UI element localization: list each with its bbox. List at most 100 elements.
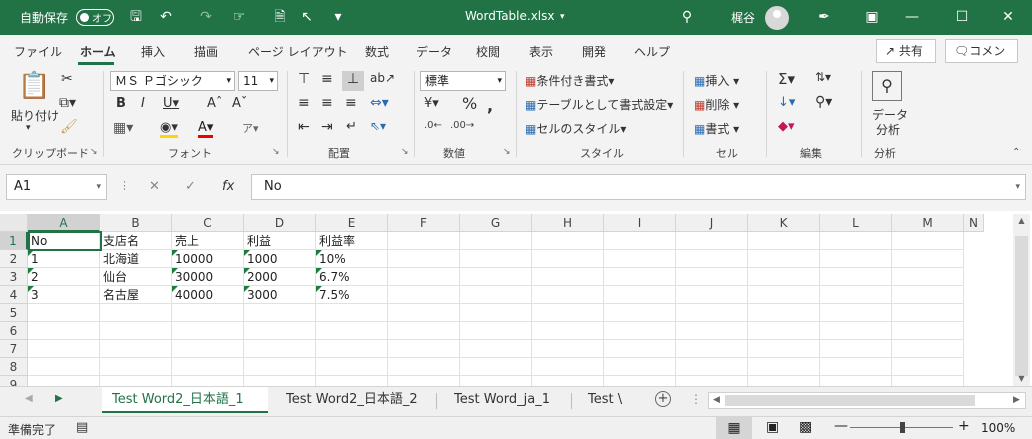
cell[interactable] xyxy=(460,322,532,340)
cell[interactable] xyxy=(460,232,532,250)
cell[interactable] xyxy=(748,340,820,358)
cell[interactable] xyxy=(604,322,676,340)
align-right-icon[interactable]: ≡ xyxy=(345,95,357,111)
cell[interactable] xyxy=(604,286,676,304)
cell[interactable] xyxy=(388,322,460,340)
avatar[interactable] xyxy=(765,6,789,30)
percent-icon[interactable]: % xyxy=(462,94,477,113)
cell[interactable] xyxy=(532,250,604,268)
touch-icon[interactable]: ☞ xyxy=(230,8,248,26)
autosave-toggle[interactable]: オフ xyxy=(76,9,114,26)
cell[interactable] xyxy=(604,340,676,358)
share-button[interactable]: ↗ 共有 xyxy=(876,39,936,63)
vertical-scroll-thumb[interactable] xyxy=(1015,236,1028,376)
cell[interactable] xyxy=(892,232,964,250)
accounting-format-icon[interactable]: ¥▾ xyxy=(424,96,439,111)
add-sheet-icon[interactable]: + xyxy=(655,391,671,407)
cell[interactable]: 1000 xyxy=(244,250,316,268)
paste-label[interactable]: 貼り付け xyxy=(11,107,59,124)
cell[interactable] xyxy=(460,268,532,286)
scroll-left-icon[interactable]: ◀ xyxy=(713,395,720,405)
cell[interactable] xyxy=(172,304,244,322)
cell[interactable] xyxy=(604,304,676,322)
cell[interactable] xyxy=(388,358,460,376)
increase-font-icon[interactable]: Aˆ xyxy=(207,96,222,111)
format-as-table-button[interactable]: ▦テーブルとして書式設定▾ xyxy=(525,96,673,113)
cell-styles-button[interactable]: ▦セルのスタイル▾ xyxy=(525,120,626,137)
cell[interactable]: 6.7% xyxy=(316,268,388,286)
row-header[interactable]: 6 xyxy=(0,322,28,340)
column-header[interactable]: G xyxy=(460,214,532,232)
cell[interactable] xyxy=(892,358,964,376)
cell[interactable] xyxy=(748,268,820,286)
next-sheet-icon[interactable]: ▶ xyxy=(55,393,63,404)
cell[interactable] xyxy=(820,322,892,340)
insert-function-icon[interactable]: fx xyxy=(222,179,234,194)
cell[interactable] xyxy=(820,286,892,304)
enter-icon[interactable]: ✓ xyxy=(185,179,196,194)
cell[interactable] xyxy=(28,358,100,376)
tab-page-layout[interactable]: ページ レイアウト xyxy=(248,43,348,60)
pointer-icon[interactable]: ↖ xyxy=(298,8,316,26)
cell[interactable] xyxy=(460,250,532,268)
row-header[interactable]: 8 xyxy=(0,358,28,376)
cell[interactable] xyxy=(532,286,604,304)
underline-icon[interactable]: U▾ xyxy=(163,96,179,111)
font-size-select[interactable]: 11 ▾ xyxy=(238,71,278,91)
font-launcher-icon[interactable]: ↘ xyxy=(272,147,280,157)
cell[interactable] xyxy=(316,322,388,340)
column-header[interactable]: C xyxy=(172,214,244,232)
tab-insert[interactable]: 挿入 xyxy=(141,43,165,60)
cell[interactable] xyxy=(676,250,748,268)
cell[interactable]: 売上 xyxy=(172,232,244,250)
cell[interactable] xyxy=(676,232,748,250)
column-header[interactable]: L xyxy=(820,214,892,232)
align-top-icon[interactable]: ⊤ xyxy=(298,71,310,87)
column-header[interactable]: I xyxy=(604,214,676,232)
cell[interactable] xyxy=(892,268,964,286)
cell[interactable]: 名古屋 xyxy=(100,286,172,304)
redo-icon[interactable]: ↷ xyxy=(197,8,215,26)
format-cells-button[interactable]: ▦書式 ▾ xyxy=(694,120,739,137)
cell[interactable] xyxy=(676,268,748,286)
cell[interactable] xyxy=(892,304,964,322)
row-header[interactable]: 7 xyxy=(0,340,28,358)
cell[interactable] xyxy=(316,340,388,358)
pen-icon[interactable]: ✒ xyxy=(815,8,833,26)
prev-sheet-icon[interactable]: ◀ xyxy=(25,393,33,404)
cell[interactable]: 2000 xyxy=(244,268,316,286)
sheet-tab[interactable]: Test \ ... xyxy=(578,387,646,413)
scroll-down-icon[interactable]: ▼ xyxy=(1014,374,1029,386)
cell[interactable] xyxy=(244,322,316,340)
cell[interactable] xyxy=(460,286,532,304)
cell[interactable] xyxy=(820,358,892,376)
cell[interactable]: 北海道 xyxy=(100,250,172,268)
cell[interactable] xyxy=(676,304,748,322)
clipboard-launcher-icon[interactable]: ↘ xyxy=(90,147,98,157)
page-break-view-icon[interactable]: ▩ xyxy=(799,419,812,435)
cell[interactable] xyxy=(28,340,100,358)
cell[interactable] xyxy=(244,358,316,376)
cell[interactable] xyxy=(604,268,676,286)
cell[interactable] xyxy=(172,340,244,358)
analyze-data-icon[interactable]: ⚲ xyxy=(872,71,902,101)
column-header[interactable]: E xyxy=(316,214,388,232)
formula-input[interactable]: No ▾ xyxy=(251,174,1026,200)
cell[interactable] xyxy=(388,286,460,304)
cell[interactable] xyxy=(532,268,604,286)
number-launcher-icon[interactable]: ↘ xyxy=(503,147,511,157)
row-header[interactable]: 4 xyxy=(0,286,28,304)
save-icon[interactable]: 🖫 xyxy=(127,8,145,26)
align-middle-icon[interactable]: ≡ xyxy=(321,71,333,87)
row-header[interactable]: 3 xyxy=(0,268,28,286)
customize-icon[interactable]: ▾ xyxy=(329,8,347,26)
minimize-icon[interactable]: — xyxy=(889,6,935,28)
cell[interactable] xyxy=(100,322,172,340)
cancel-icon[interactable]: ✕ xyxy=(149,179,160,194)
horizontal-scrollbar[interactable]: ◀ ▶ xyxy=(708,392,1026,409)
cell[interactable] xyxy=(316,304,388,322)
column-header[interactable]: F xyxy=(388,214,460,232)
italic-icon[interactable]: I xyxy=(141,96,145,111)
copy-icon[interactable]: ⧉▾ xyxy=(59,95,76,111)
tab-draw[interactable]: 描画 xyxy=(194,43,218,60)
